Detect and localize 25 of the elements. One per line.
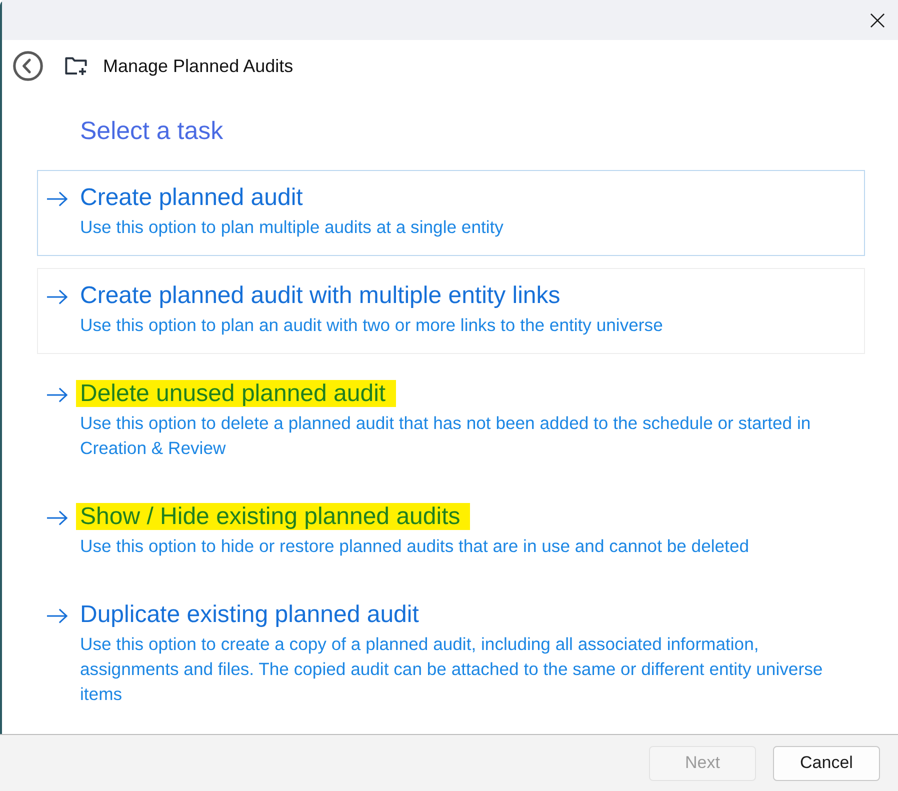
option-description: Use this option to plan multiple audits at a single entity [80,216,504,239]
option-description: Use this option to plan an audit with two or more links to the entity universe [80,314,664,337]
option-description: Use this option to create a copy of a planned audit, including all associated information, assignments and files. The copied audit can be attached to the same or different entity universe items [80,633,824,706]
option-card[interactable]: Create planned audit Use this option to plan multiple audits at a single entity [37,170,865,256]
option-title: Delete unused planned audit [76,380,396,407]
option-card[interactable]: Create planned audit with multiple entity links Use this option to plan an audit with two or more links to the entity universe [37,268,865,354]
back-icon[interactable] [13,51,43,81]
option-description: Use this option to delete a planned audit that has not been added to the schedule or started in Creation & Review [80,412,812,460]
option-title: Create planned audit [80,184,303,211]
folder-plus-icon [65,57,87,75]
option-card[interactable]: Delete unused planned audit Use this option to delete a planned audit that has not been added to the schedule or started in Creation & Review [37,366,865,477]
arrow-right-icon [47,289,68,305]
option-card[interactable]: Show / Hide existing planned audits Use this option to hide or restore planned audits that are in use and cannot be deleted [37,489,865,575]
arrow-right-icon [47,510,68,526]
dialog-title: Manage Planned Audits [103,56,294,76]
option-title: Create planned audit with multiple entity links [80,282,560,309]
arrow-right-icon [47,191,68,207]
arrow-right-icon [47,387,68,403]
cancel-button[interactable]: Cancel [773,746,880,780]
section-heading: Select a task [80,117,224,145]
option-title: Duplicate existing planned audit [80,601,419,628]
option-description: Use this option to hide or restore planned audits that are in use and cannot be deleted [80,535,750,558]
arrow-right-icon [47,608,68,624]
option-title: Show / Hide existing planned audits [76,503,470,530]
close-icon[interactable] [870,12,885,28]
